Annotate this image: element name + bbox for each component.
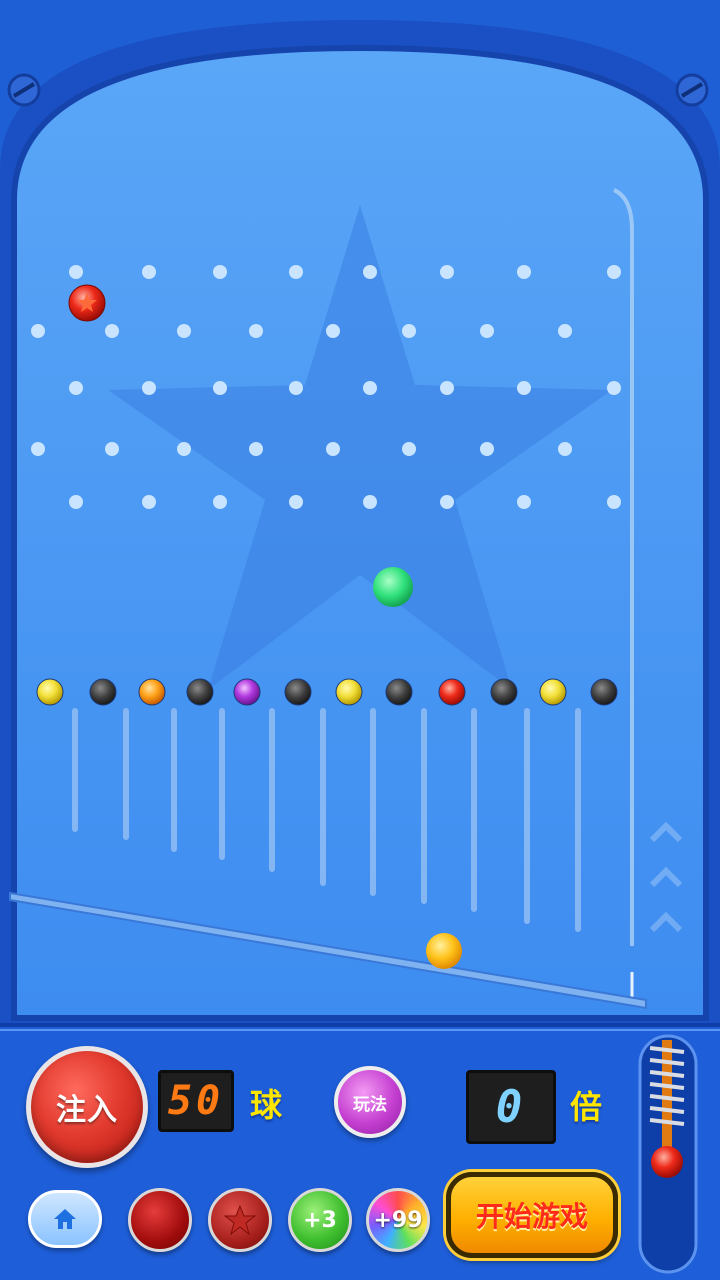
inject-button[interactable]: 注入 — [26, 1046, 148, 1168]
powerup-star-ball-button[interactable] — [208, 1188, 272, 1252]
ball-count-display: 50 — [158, 1070, 234, 1132]
powerup-red-ball-button[interactable] — [128, 1188, 192, 1252]
ball-count-unit: 球 — [250, 1086, 283, 1124]
home-button[interactable] — [28, 1190, 102, 1248]
powerup-plus3-button[interactable]: +3 — [288, 1188, 352, 1252]
start-game-button[interactable]: 开始游戏 — [446, 1172, 618, 1258]
star-icon — [223, 1204, 257, 1236]
powerup-plus99-button[interactable]: +99 — [366, 1188, 430, 1252]
home-icon — [54, 1209, 76, 1229]
multiplier-unit: 倍 — [570, 1088, 603, 1126]
multiplier-display: 0 — [466, 1070, 556, 1144]
rules-button[interactable]: 玩法 — [334, 1066, 406, 1138]
